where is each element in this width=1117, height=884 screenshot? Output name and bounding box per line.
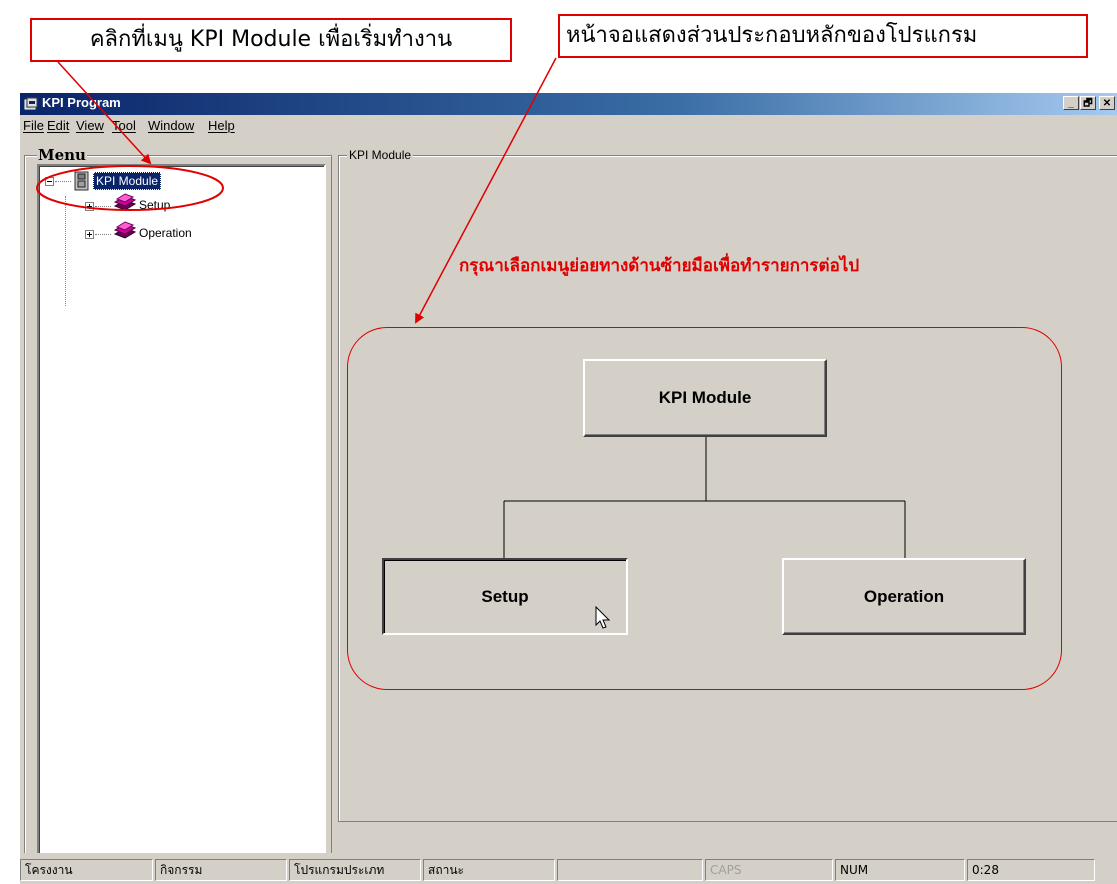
collapse-icon[interactable] [45,177,54,186]
status-panel-time: 0:28 [967,859,1095,881]
expand-icon[interactable] [85,202,94,211]
setup-button[interactable]: Setup [382,558,628,635]
status-panel-num: NUM [835,859,965,881]
menu-bar: File Edit View Tool Window Help [20,115,1117,135]
restore-button[interactable]: 🗗 [1080,96,1096,110]
minimize-button[interactable]: _ [1063,96,1079,110]
books-icon [113,221,137,239]
tree-label-setup: Setup [139,198,171,212]
menu-file[interactable]: File [23,118,44,133]
app-icon [24,97,38,110]
status-panel-project: โครงงาน [20,859,153,881]
kpi-module-panel: KPI Module กรุณาเลือกเมนูย่อยทางด้านซ้าย… [338,148,1117,822]
status-panel-blank [557,859,703,881]
menu-edit[interactable]: Edit [47,118,69,133]
callout-left: คลิกที่เมนู KPI Module เพื่อเริ่มทำงาน [30,18,512,62]
mouse-cursor-icon [595,606,611,629]
kpi-module-button[interactable]: KPI Module [583,359,827,437]
kpi-program-window: KPI Program _ 🗗 ✕ File Edit View Tool Wi… [20,93,1117,884]
status-bar: โครงงาน กิจกรรม โปรแกรมประเภท สถานะ CAPS… [20,853,1117,884]
menu-tree: KPI Module Setup Operation [37,164,326,858]
status-panel-program-type: โปรแกรมประเภท [289,859,421,881]
menu-help[interactable]: Help [208,118,235,133]
menu-tool[interactable]: Tool [112,118,136,133]
menu-panel-legend: Menu [37,146,87,164]
tree-label-operation: Operation [139,226,192,240]
window-title: KPI Program [42,95,121,110]
close-button[interactable]: ✕ [1099,96,1115,110]
title-bar: KPI Program _ 🗗 ✕ [20,93,1117,115]
books-icon [113,193,137,211]
status-panel-caps: CAPS [705,859,833,881]
callout-right: หน้าจอแสดงส่วนประกอบหลักของโปรแกรม [558,14,1088,58]
diagram-connectors [503,436,906,558]
tree-label-kpi-module: KPI Module [93,172,162,190]
menu-window[interactable]: Window [148,118,194,133]
menu-panel: Menu KPI Module Setup Operation [24,146,332,858]
status-panel-activity: กิจกรรม [155,859,287,881]
cabinet-icon [74,171,89,191]
expand-icon[interactable] [85,230,94,239]
operation-button[interactable]: Operation [782,558,1026,635]
menu-view[interactable]: View [76,118,104,133]
status-panel-status: สถานะ [423,859,555,881]
